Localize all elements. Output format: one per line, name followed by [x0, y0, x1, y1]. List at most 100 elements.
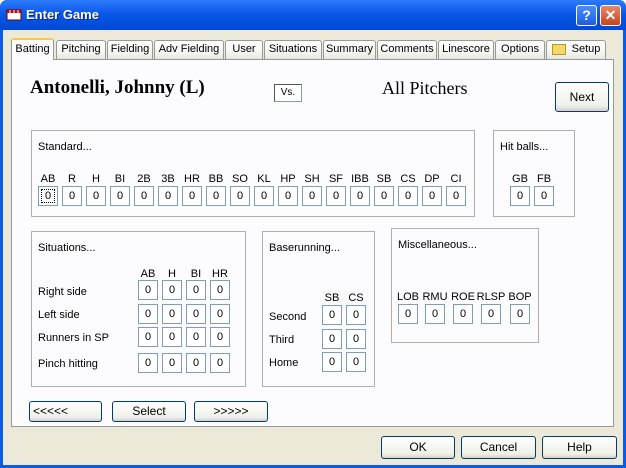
tab-user[interactable]: User	[225, 40, 263, 59]
situation-input[interactable]: 0	[162, 353, 182, 373]
situation-input[interactable]: 0	[186, 304, 206, 324]
close-title-button[interactable]: ✕	[600, 5, 621, 26]
misc-header: LOB	[396, 291, 419, 303]
stat-input-r[interactable]: 0	[62, 186, 82, 206]
stat-input-ibb[interactable]: 0	[350, 186, 370, 206]
situation-input[interactable]: 0	[186, 353, 206, 373]
baserunning-input[interactable]: 0	[322, 352, 342, 372]
situation-input[interactable]: 0	[162, 327, 182, 347]
baserunning-input[interactable]: 0	[322, 305, 342, 325]
misc-input-lob[interactable]: 0	[398, 304, 418, 324]
stat-input-bi[interactable]: 0	[110, 186, 130, 206]
misc-input-roe[interactable]: 0	[453, 304, 473, 324]
miscellaneous-title: Miscellaneous...	[398, 239, 477, 251]
player-name: Antonelli, Johnny (L)	[30, 77, 205, 98]
tab-batting[interactable]: Batting	[11, 38, 54, 60]
tab-options[interactable]: Options	[495, 40, 545, 59]
baserunning-row-label: Second	[269, 311, 307, 323]
standard-header: HP	[280, 173, 296, 185]
situation-input[interactable]: 0	[210, 280, 230, 300]
situation-input[interactable]: 0	[138, 280, 158, 300]
select-player-button[interactable]: Select	[112, 401, 186, 422]
tab-situations[interactable]: Situations	[264, 40, 322, 59]
standard-header: SO	[232, 173, 248, 185]
cancel-button[interactable]: Cancel	[461, 436, 536, 459]
stat-input-gb[interactable]: 0	[510, 186, 530, 206]
standard-header: R	[68, 173, 76, 185]
standard-header: KL	[257, 173, 271, 185]
ok-button[interactable]: OK	[381, 436, 455, 459]
previous-player-button[interactable]: <<<<<	[29, 401, 102, 422]
standard-header: DP	[424, 173, 440, 185]
situation-input[interactable]: 0	[186, 327, 206, 347]
tab-linescore[interactable]: Linescore	[438, 40, 494, 59]
situation-input[interactable]: 0	[210, 304, 230, 324]
standard-title: Standard...	[38, 141, 92, 153]
misc-header: RLSP	[476, 291, 506, 303]
situation-input[interactable]: 0	[138, 327, 158, 347]
stat-input-bb[interactable]: 0	[206, 186, 226, 206]
enter-game-window: Enter Game ? ✕ Batting Pitching Fielding…	[0, 0, 626, 468]
baserunning-input[interactable]: 0	[346, 329, 366, 349]
stat-input-h[interactable]: 0	[86, 186, 106, 206]
standard-header: BI	[114, 173, 126, 185]
misc-input-rmu[interactable]: 0	[425, 304, 445, 324]
standard-header: SH	[304, 173, 320, 185]
title-bar[interactable]: Enter Game ? ✕	[0, 0, 626, 30]
baserunning-header: SB	[324, 292, 340, 304]
stat-input-ci[interactable]: 0	[446, 186, 466, 206]
tab-pitching[interactable]: Pitching	[56, 40, 106, 59]
tab-setup[interactable]: Setup	[546, 40, 606, 59]
situation-input[interactable]: 0	[186, 280, 206, 300]
help-button[interactable]: Help	[542, 436, 617, 459]
stat-input-sf[interactable]: 0	[326, 186, 346, 206]
situations-group: Situations... AB H BI HR Right side 0 0 …	[31, 231, 246, 387]
situation-input[interactable]: 0	[162, 304, 182, 324]
next-player-button[interactable]: >>>>>	[194, 401, 268, 422]
stat-input-fb[interactable]: 0	[534, 186, 554, 206]
standard-header: 3B	[161, 173, 175, 185]
stat-input-3b[interactable]: 0	[158, 186, 178, 206]
stat-input-so[interactable]: 0	[230, 186, 250, 206]
misc-input-bop[interactable]: 0	[510, 304, 530, 324]
app-icon	[6, 9, 22, 21]
baserunning-input[interactable]: 0	[346, 352, 366, 372]
stat-input-hp[interactable]: 0	[278, 186, 298, 206]
stat-input-cs[interactable]: 0	[398, 186, 418, 206]
tab-setup-label: Setup	[571, 43, 601, 55]
tab-adv-fielding[interactable]: Adv Fielding	[154, 40, 224, 59]
tab-summary[interactable]: Summary	[323, 40, 376, 59]
baserunning-title: Baserunning...	[269, 242, 340, 254]
baserunning-input[interactable]: 0	[322, 329, 342, 349]
stat-input-hr[interactable]: 0	[182, 186, 202, 206]
help-title-button[interactable]: ?	[576, 5, 597, 26]
tab-fielding[interactable]: Fielding	[107, 40, 153, 59]
baserunning-header: CS	[348, 292, 364, 304]
stat-input-ab[interactable]: 0	[38, 186, 58, 206]
pitcher-filter-label: All Pitchers	[382, 78, 468, 98]
baserunning-input[interactable]: 0	[346, 305, 366, 325]
next-button[interactable]: Next	[555, 82, 609, 112]
standard-header: AB	[40, 173, 56, 185]
stat-input-sh[interactable]: 0	[302, 186, 322, 206]
hit-balls-group: Hit balls... GB FB 0 0	[493, 130, 575, 217]
misc-input-rlsp[interactable]: 0	[481, 304, 501, 324]
standard-group: Standard... AB R H BI 2B 3B HR BB SO KL …	[31, 130, 475, 217]
situation-input[interactable]: 0	[210, 353, 230, 373]
baserunning-group: Baserunning... SB CS Second 0 0 Third 0 …	[262, 231, 375, 387]
tab-comments[interactable]: Comments	[377, 40, 437, 59]
situation-input[interactable]: 0	[210, 327, 230, 347]
situation-input[interactable]: 0	[138, 304, 158, 324]
stat-input-sb[interactable]: 0	[374, 186, 394, 206]
hit-balls-header: GB	[512, 173, 528, 185]
stat-input-kl[interactable]: 0	[254, 186, 274, 206]
situation-input[interactable]: 0	[162, 280, 182, 300]
vs-selector[interactable]: Vs.	[274, 84, 302, 102]
batting-panel: Antonelli, Johnny (L) Vs. All Pitchers N…	[11, 59, 614, 427]
baserunning-row-label: Home	[269, 357, 299, 369]
situation-input[interactable]: 0	[138, 353, 158, 373]
stat-input-2b[interactable]: 0	[134, 186, 154, 206]
stat-input-dp[interactable]: 0	[422, 186, 442, 206]
standard-header: 2B	[137, 173, 151, 185]
misc-header: BOP	[508, 291, 532, 303]
